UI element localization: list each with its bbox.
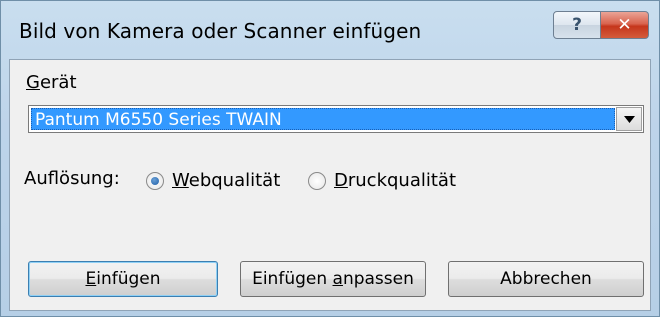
chevron-down-icon bbox=[623, 115, 635, 123]
insert-button-label: Einfügen bbox=[85, 269, 161, 289]
dialog-body: Gerät Pantum M6550 Series TWAIN Auflösun… bbox=[9, 59, 651, 311]
dropdown-arrow-button[interactable] bbox=[616, 107, 642, 131]
close-icon: ✕ bbox=[617, 15, 632, 35]
radio-print-quality-label: Druckqualität bbox=[334, 170, 457, 191]
device-selected-value: Pantum M6550 Series TWAIN bbox=[31, 108, 615, 130]
radio-web-quality-label: Webqualität bbox=[172, 170, 281, 191]
insert-adjust-button-label: Einfügen anpassen bbox=[252, 269, 414, 289]
help-button[interactable]: ? bbox=[553, 11, 601, 39]
radio-unchecked-icon bbox=[308, 171, 326, 190]
close-button[interactable]: ✕ bbox=[601, 11, 649, 39]
device-dropdown[interactable]: Pantum M6550 Series TWAIN bbox=[28, 105, 644, 133]
title-bar-buttons: ? ✕ bbox=[553, 11, 649, 41]
device-label: Gerät bbox=[26, 72, 77, 93]
dialog-title: Bild von Kamera oder Scanner einfügen bbox=[19, 19, 422, 43]
cancel-button-label: Abbrechen bbox=[500, 269, 592, 289]
radio-checked-icon bbox=[146, 171, 164, 190]
help-icon: ? bbox=[572, 15, 582, 35]
dialog-window: Bild von Kamera oder Scanner einfügen ? … bbox=[0, 0, 660, 317]
insert-button[interactable]: Einfügen bbox=[28, 261, 218, 297]
cancel-button[interactable]: Abbrechen bbox=[448, 261, 644, 297]
insert-adjust-button[interactable]: Einfügen anpassen bbox=[240, 261, 426, 297]
title-bar[interactable]: Bild von Kamera oder Scanner einfügen ? … bbox=[1, 1, 659, 63]
resolution-label: Auflösung: bbox=[24, 168, 120, 189]
radio-web-quality[interactable]: Webqualität bbox=[146, 170, 280, 191]
radio-print-quality[interactable]: Druckqualität bbox=[308, 170, 456, 191]
